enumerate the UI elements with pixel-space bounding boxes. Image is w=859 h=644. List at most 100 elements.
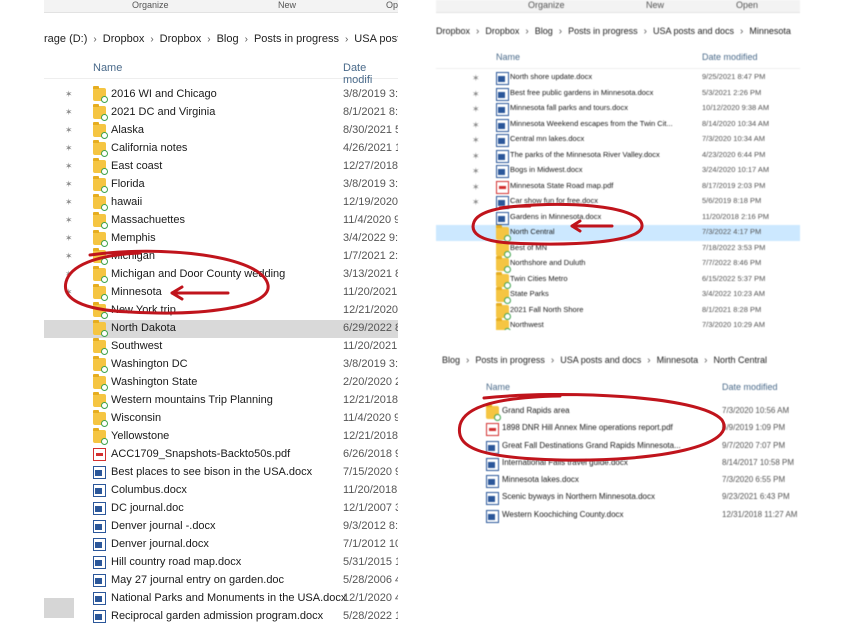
column-header-date[interactable]: Date modified (722, 382, 778, 392)
pin-icon[interactable]: ✶ (65, 287, 75, 297)
file-row[interactable]: ✶ 2021 DC and Virginia 8/1/2021 8: (44, 104, 398, 122)
breadcrumb-separator-icon[interactable]: › (559, 26, 562, 37)
pin-icon[interactable]: ✶ (472, 73, 482, 83)
file-row[interactable]: ✶ Memphis 3/4/2022 9: (44, 230, 398, 248)
file-row[interactable]: ✶ Florida 3/8/2019 3: (44, 176, 398, 194)
breadcrumb[interactable]: Dropbox › Dropbox › Blog › Posts in progress › U… (436, 20, 800, 42)
column-header-date[interactable]: Date modified (702, 52, 758, 62)
breadcrumb-segment[interactable]: Posts in progress (254, 33, 339, 45)
file-row[interactable]: ✶ Massachuettes 11/4/2020 9 (44, 212, 398, 230)
file-row[interactable]: State Parks 3/4/2022 10:23 AM (436, 287, 800, 304)
breadcrumb-separator-icon[interactable]: › (150, 34, 153, 45)
breadcrumb-segment[interactable]: USA posts and docs (653, 26, 734, 36)
pin-icon[interactable]: ✶ (65, 197, 75, 207)
file-row[interactable]: 1898 DNR Hill Annex Mine operations repo… (436, 421, 830, 438)
breadcrumb-segment[interactable]: USA posts (354, 33, 398, 45)
breadcrumb-separator-icon[interactable]: › (466, 355, 469, 366)
file-row[interactable]: Western mountains Trip Planning 12/21/201… (44, 392, 398, 410)
column-header-name[interactable]: Name (486, 382, 510, 392)
pin-icon[interactable]: ✶ (472, 166, 482, 176)
column-header-name[interactable]: Name (93, 62, 122, 74)
file-row[interactable]: Denver journal -.docx 9/3/2012 8: (44, 518, 398, 536)
ribbon-open[interactable]: Open (736, 0, 758, 10)
file-row[interactable]: Reciprocal garden admission program.docx… (44, 608, 398, 625)
pin-icon[interactable]: ✶ (65, 161, 75, 171)
file-row[interactable]: North Dakota 6/29/2022 8 (44, 320, 398, 338)
breadcrumb-separator-icon[interactable]: › (245, 34, 248, 45)
breadcrumb-segment[interactable]: Dropbox (103, 33, 145, 45)
file-row[interactable]: New York trip 12/21/2020 (44, 302, 398, 320)
file-row[interactable]: ✶ California notes 4/26/2021 1 (44, 140, 398, 158)
pin-icon[interactable]: ✶ (472, 135, 482, 145)
pin-icon[interactable]: ✶ (65, 233, 75, 243)
ribbon-new[interactable]: New (646, 0, 664, 10)
ribbon-organize[interactable]: Organize (132, 0, 169, 10)
file-row[interactable]: ✶ Michigan 1/7/2021 2: (44, 248, 398, 266)
pin-icon[interactable]: ✶ (65, 215, 75, 225)
breadcrumb-separator-icon[interactable]: › (525, 26, 528, 37)
breadcrumb-separator-icon[interactable]: › (647, 355, 650, 366)
pin-icon[interactable]: ✶ (65, 107, 75, 117)
file-row[interactable]: Western Koochiching County.docx 12/31/201… (436, 508, 830, 525)
breadcrumb-segment[interactable]: Dropbox (436, 26, 470, 36)
breadcrumb-segment[interactable]: North Central (714, 355, 768, 365)
breadcrumb-separator-icon[interactable]: › (704, 355, 707, 366)
file-row[interactable]: Grand Rapids area 7/3/2020 10:56 AM (436, 404, 830, 421)
file-row[interactable]: Washington State 2/20/2020 2 (44, 374, 398, 392)
pin-icon[interactable]: ✶ (65, 125, 75, 135)
file-row[interactable]: ✶ Car show fun for free.docx 5/6/2019 8:18… (436, 194, 800, 210)
breadcrumb[interactable]: rage (D:) › Dropbox › Dropbox › Blog › Posts in … (44, 28, 398, 50)
pin-icon[interactable]: ✶ (472, 197, 482, 207)
file-row[interactable]: ✶ The parks of the Minnesota River Valley… (436, 148, 800, 164)
breadcrumb-separator-icon[interactable]: › (644, 26, 647, 37)
breadcrumb-segment[interactable]: Minnesota (657, 355, 699, 365)
file-row[interactable]: ✶ hawaii 12/19/2020 (44, 194, 398, 212)
file-row[interactable]: Northwest 7/3/2020 10:29 AM (436, 318, 800, 330)
file-row[interactable]: ✶ Michigan and Door County wedding 3/13/20… (44, 266, 398, 284)
pin-icon[interactable]: ✶ (472, 182, 482, 192)
file-row[interactable]: ✶ Bogs in Midwest.docx 3/24/2020 10:17 AM (436, 163, 800, 179)
file-row[interactable]: Wisconsin 11/4/2020 9 (44, 410, 398, 428)
file-row[interactable]: ✶ Minnesota fall parks and tours.docx 10/1… (436, 101, 800, 117)
file-row[interactable]: Columbus.docx 11/20/2018 (44, 482, 398, 500)
pin-icon[interactable]: ✶ (65, 269, 75, 279)
file-row[interactable]: ✶ 2016 WI and Chicago 3/8/2019 3: (44, 86, 398, 104)
ribbon-organize[interactable]: Organize (528, 0, 565, 10)
pin-icon[interactable]: ✶ (65, 89, 75, 99)
file-row[interactable]: Best places to see bison in the USA.docx… (44, 464, 398, 482)
file-row[interactable]: Denver journal.docx 7/1/2012 10 (44, 536, 398, 554)
column-header-date[interactable]: Date modifi (343, 62, 398, 86)
pin-icon[interactable]: ✶ (65, 251, 75, 261)
file-row[interactable]: Gardens in Minnesota.docx 11/20/2018 2:16… (436, 210, 800, 226)
file-row[interactable]: Yellowstone 12/21/2018 (44, 428, 398, 446)
breadcrumb-separator-icon[interactable]: › (207, 34, 210, 45)
file-row[interactable]: ✶ East coast 12/27/2018 (44, 158, 398, 176)
file-row[interactable]: Scenic byways in Northern Minnesota.docx… (436, 490, 830, 507)
file-row[interactable]: May 27 journal entry on garden.doc 5/28/2… (44, 572, 398, 590)
ribbon-open[interactable]: Op (386, 0, 398, 10)
file-row[interactable]: Northshore and Duluth 7/7/2022 8:46 PM (436, 256, 800, 273)
file-row[interactable]: ✶ Minnesota State Road map.pdf 8/17/2019 2… (436, 179, 800, 195)
file-row[interactable]: DC journal.doc 12/1/2007 3 (44, 500, 398, 518)
breadcrumb-separator-icon[interactable]: › (740, 26, 743, 37)
pin-icon[interactable]: ✶ (65, 179, 75, 189)
breadcrumb-segment[interactable]: Posts in progress (568, 26, 638, 36)
breadcrumb-segment[interactable]: Minnesota (749, 26, 791, 36)
file-row[interactable]: Best of MN 7/18/2022 3:53 PM (436, 240, 800, 258)
breadcrumb-segment[interactable]: Dropbox (160, 33, 202, 45)
breadcrumb-separator-icon[interactable]: › (345, 34, 348, 45)
file-row[interactable]: 2021 Fall North Shore 8/1/2021 8:28 PM (436, 302, 800, 320)
pin-icon[interactable]: ✶ (472, 151, 482, 161)
ribbon-new[interactable]: New (278, 0, 296, 10)
file-row[interactable]: ✶ Central mn lakes.docx 7/3/2020 10:34 AM (436, 132, 800, 148)
pin-icon[interactable]: ✶ (472, 120, 482, 130)
pin-icon[interactable]: ✶ (472, 89, 482, 99)
file-row[interactable]: National Parks and Monuments in the USA.… (44, 590, 398, 608)
file-row[interactable]: Washington DC 3/8/2019 3: (44, 356, 398, 374)
breadcrumb-separator-icon[interactable]: › (93, 34, 96, 45)
file-row[interactable]: ✶ Minnesota Weekend escapes from the Twin… (436, 117, 800, 133)
breadcrumb-separator-icon[interactable]: › (476, 26, 479, 37)
breadcrumb-segment[interactable]: Blog (442, 355, 460, 365)
file-row[interactable]: Twin Cities Metro 6/15/2022 5:37 PM (436, 271, 800, 289)
file-row[interactable]: Great Fall Destinations Grand Rapids Min… (436, 439, 830, 456)
